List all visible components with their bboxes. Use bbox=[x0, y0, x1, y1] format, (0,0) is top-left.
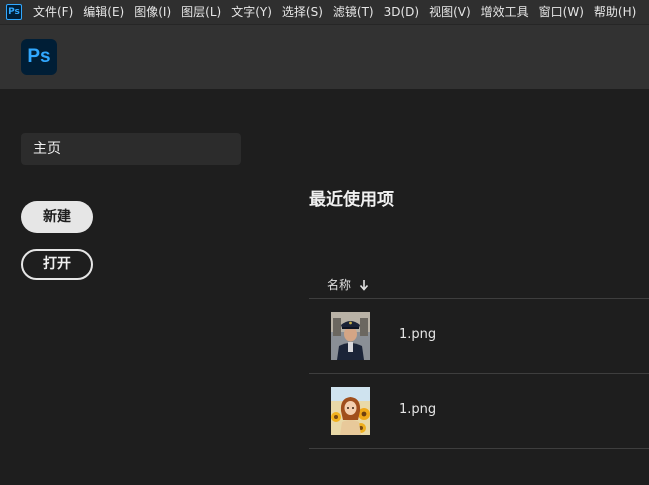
recent-section-title: 最近使用项 bbox=[309, 190, 394, 210]
menu-select[interactable]: 选择(S) bbox=[277, 0, 328, 24]
file-name: 1.png bbox=[399, 327, 437, 342]
list-item[interactable]: 1.png bbox=[309, 298, 649, 373]
home-screen: 主页 新建 打开 最近使用项 名称 1.png 1.png bbox=[0, 89, 649, 485]
open-button[interactable]: 打开 bbox=[21, 249, 93, 280]
menu-edit[interactable]: 编辑(E) bbox=[78, 0, 129, 24]
name-column-label: 名称 bbox=[327, 278, 352, 292]
new-button[interactable]: 新建 bbox=[21, 201, 93, 233]
photoshop-app-icon[interactable]: Ps bbox=[6, 4, 22, 20]
menu-window[interactable]: 窗口(W) bbox=[534, 0, 589, 24]
name-column-header[interactable]: 名称 bbox=[327, 276, 369, 293]
menu-view[interactable]: 视图(V) bbox=[424, 0, 476, 24]
list-item[interactable]: 1.png bbox=[309, 373, 649, 449]
police-officer-portrait-thumbnail bbox=[331, 312, 370, 360]
sort-descending-icon[interactable] bbox=[359, 279, 369, 291]
home-header: Ps bbox=[0, 25, 649, 89]
menu-layer[interactable]: 图层(L) bbox=[176, 0, 226, 24]
menu-plugins[interactable]: 增效工具 bbox=[476, 0, 534, 24]
menu-type[interactable]: 文字(Y) bbox=[226, 0, 277, 24]
file-thumbnail bbox=[331, 312, 370, 360]
menu-filter[interactable]: 滤镜(T) bbox=[328, 0, 379, 24]
file-name: 1.png bbox=[399, 402, 437, 417]
photoshop-window: Ps 文件(F) 编辑(E) 图像(I) 图层(L) 文字(Y) 选择(S) 滤… bbox=[0, 0, 649, 485]
sidebar-item-home[interactable]: 主页 bbox=[21, 133, 241, 165]
file-thumbnail bbox=[331, 387, 370, 435]
recent-files-list: 1.png 1.png bbox=[309, 298, 649, 449]
menu-image[interactable]: 图像(I) bbox=[129, 0, 176, 24]
menu-help[interactable]: 帮助(H) bbox=[589, 0, 641, 24]
menu-file[interactable]: 文件(F) bbox=[28, 0, 78, 24]
photoshop-logo: Ps bbox=[21, 39, 57, 75]
menu-bar: Ps 文件(F) 编辑(E) 图像(I) 图层(L) 文字(Y) 选择(S) 滤… bbox=[0, 0, 649, 25]
girl-with-sunflowers-thumbnail bbox=[331, 387, 370, 435]
menu-3d[interactable]: 3D(D) bbox=[379, 0, 424, 24]
